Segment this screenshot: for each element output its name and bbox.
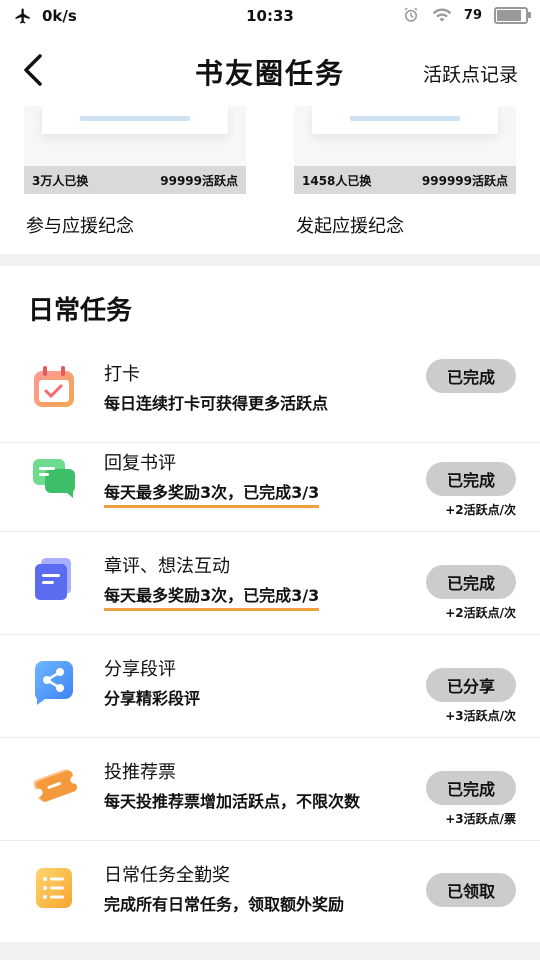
- task-desc: 每天投推荐票增加活跃点，不限次数: [104, 792, 361, 811]
- task-name: 打卡: [104, 364, 140, 385]
- section-title: 日常任务: [28, 296, 133, 326]
- task-name: 回复书评: [104, 453, 176, 474]
- daily-tasks-section: 日常任务 打卡 每日连续打卡可获得更多活跃点 已完成 回复书评 每天最多奖励3次…: [0, 266, 540, 942]
- alarm-icon: [404, 7, 418, 22]
- wifi-icon: [432, 8, 452, 22]
- ticket-icon: [33, 769, 77, 802]
- card-stats: 1458人已换 999999活跃点: [294, 166, 516, 194]
- task-name: 投推荐票: [104, 762, 176, 783]
- card-image: [294, 106, 516, 166]
- task-reward: +3活跃点/次: [445, 709, 516, 723]
- task-row-full-attendance: 日常任务全勤奖 完成所有日常任务，领取额外奖励 已领取: [0, 841, 540, 944]
- exchange-count: 3万人已换: [32, 173, 89, 188]
- full-attendance-status-button[interactable]: 已领取: [426, 873, 516, 907]
- chapter-comment-status-button[interactable]: 已完成: [426, 565, 516, 599]
- task-row-share: 分享段评 分享精彩段评 已分享 +3活跃点/次: [0, 635, 540, 738]
- task-name: 日常任务全勤奖: [104, 865, 230, 886]
- battery-icon: [494, 6, 531, 24]
- calendar-check-icon: [34, 366, 74, 407]
- chat-bubbles-icon: [33, 459, 75, 498]
- card-stats: 3万人已换 99999活跃点: [24, 166, 246, 194]
- task-desc: 每天最多奖励3次，已完成3/3: [104, 582, 320, 611]
- task-desc: 每天最多奖励3次，已完成3/3: [104, 479, 320, 508]
- share-icon: [34, 661, 73, 705]
- task-row-reply-review: 回复书评 每天最多奖励3次，已完成3/3 已完成 +2活跃点/次: [0, 429, 540, 532]
- task-name: 章评、想法互动: [104, 556, 230, 577]
- bottom-spacer: [0, 942, 540, 960]
- share-status-button[interactable]: 已分享: [426, 668, 516, 702]
- status-bar: 0k/s 10:33 79: [0, 0, 540, 34]
- list-icon: [36, 868, 72, 908]
- task-desc: 完成所有日常任务，领取额外奖励: [104, 895, 345, 914]
- battery-fill: [497, 9, 521, 21]
- task-row-chapter-comment: 章评、想法互动 每天最多奖励3次，已完成3/3 已完成 +2活跃点/次: [0, 532, 540, 635]
- points-cost: 999999活跃点: [421, 173, 508, 188]
- points-cost: 99999活跃点: [160, 173, 238, 188]
- task-reward: +3活跃点/票: [445, 812, 516, 826]
- battery-percent: 79: [463, 7, 482, 23]
- task-name: 分享段评: [104, 659, 176, 680]
- activity-record-link[interactable]: 活跃点记录: [423, 60, 518, 87]
- card-image: [24, 106, 246, 166]
- recommend-vote-status-button[interactable]: 已完成: [426, 771, 516, 805]
- card-label: 参与应援纪念: [26, 216, 134, 237]
- document-icon: [35, 558, 71, 600]
- checkin-status-button[interactable]: 已完成: [426, 359, 516, 393]
- reply-review-status-button[interactable]: 已完成: [426, 462, 516, 496]
- task-desc: 分享精彩段评: [104, 689, 201, 708]
- support-cards: 3万人已换 99999活跃点 参与应援纪念 1458人已换 999999活跃点 …: [0, 106, 540, 254]
- card-label: 发起应援纪念: [296, 216, 404, 237]
- task-reward: +2活跃点/次: [445, 503, 516, 517]
- exchange-count: 1458人已换: [302, 173, 372, 188]
- task-reward: +2活跃点/次: [445, 606, 516, 620]
- nav-bar: 书友圈任务 活跃点记录: [0, 34, 540, 106]
- task-row-recommend-vote: 投推荐票 每天投推荐票增加活跃点，不限次数 已完成 +3活跃点/票: [0, 738, 540, 841]
- task-row-checkin: 打卡 每日连续打卡可获得更多活跃点 已完成: [0, 340, 540, 443]
- task-desc: 每日连续打卡可获得更多活跃点: [104, 394, 329, 413]
